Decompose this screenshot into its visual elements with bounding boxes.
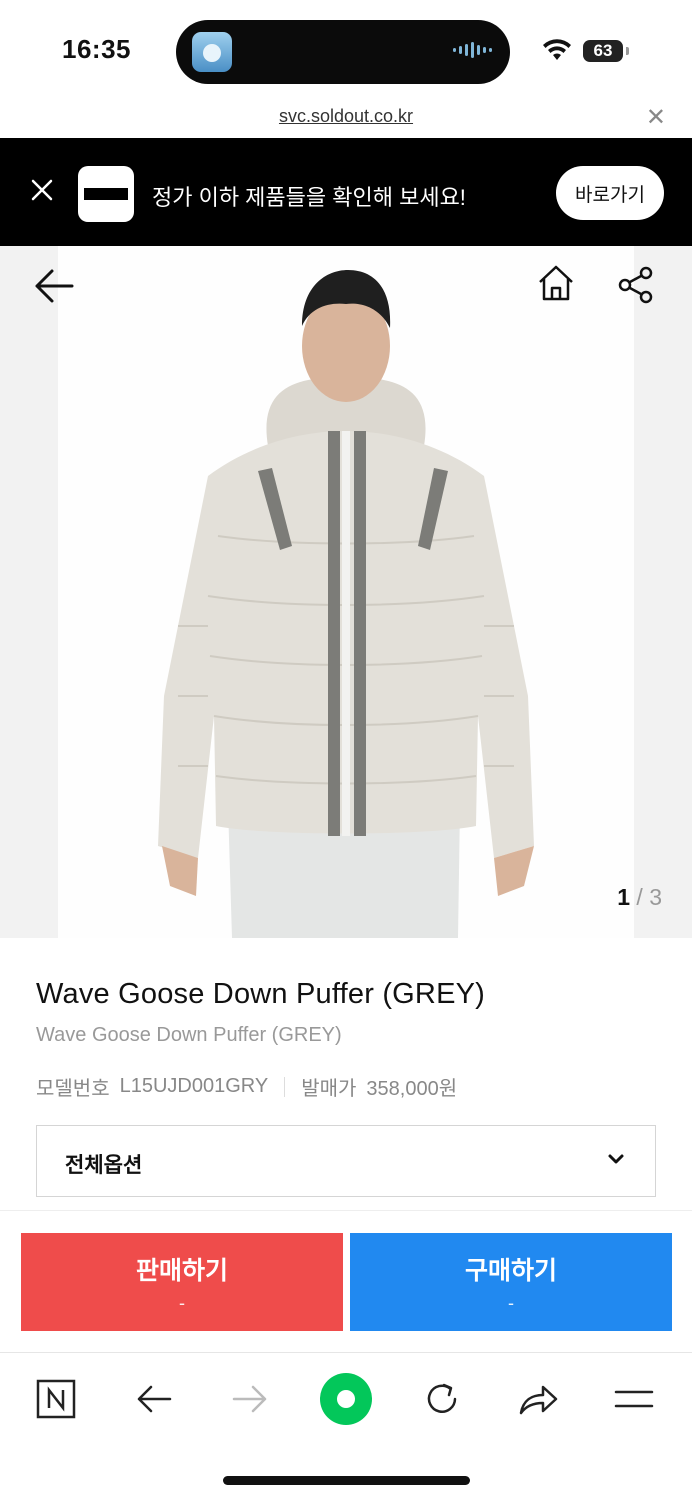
product-meta: 모델번호 L15UJD001GRY 발매가 358,000원	[36, 1072, 457, 1101]
share-icon[interactable]	[512, 1373, 564, 1425]
sell-button[interactable]: 판매하기 -	[21, 1233, 343, 1331]
release-price-label: 발매가	[301, 1078, 357, 1100]
buy-button-price: -	[508, 1293, 514, 1313]
dynamic-island	[176, 20, 510, 84]
refresh-icon[interactable]	[416, 1373, 468, 1425]
product-subtitle: Wave Goose Down Puffer (GREY)	[36, 1024, 342, 1046]
divider	[284, 1076, 286, 1097]
model-number-label: 모델번호	[36, 1078, 110, 1100]
image-counter-separator: /	[636, 884, 643, 910]
forward-arrow-icon[interactable]	[224, 1373, 276, 1425]
option-select-label: 전체옵션	[65, 1154, 143, 1177]
promo-banner: 정가 이하 제품들을 확인해 보세요! 바로가기	[0, 138, 692, 246]
status-time: 16:35	[62, 34, 131, 64]
buy-button[interactable]: 구매하기 -	[350, 1233, 672, 1331]
home-icon[interactable]	[536, 264, 576, 302]
close-icon[interactable]: ✕	[646, 106, 666, 130]
model-number-value: L15UJD001GRY	[119, 1075, 269, 1097]
chevron-down-icon	[608, 1154, 624, 1164]
url-bar[interactable]: svc.soldout.co.kr ✕	[0, 100, 692, 138]
menu-icon[interactable]	[608, 1373, 660, 1425]
promo-go-button[interactable]: 바로가기	[556, 166, 664, 220]
option-select[interactable]: 전체옵션	[36, 1125, 656, 1197]
wifi-icon	[543, 39, 571, 60]
home-indicator[interactable]	[223, 1476, 470, 1485]
naver-n-icon[interactable]	[30, 1373, 82, 1425]
action-bar: 판매하기 - 구매하기 -	[0, 1210, 692, 1352]
image-counter-total: 3	[649, 884, 662, 910]
product-image[interactable]	[58, 246, 634, 938]
release-price-value: 358,000원	[366, 1078, 458, 1100]
puffer-jacket-image	[158, 270, 534, 938]
sell-button-label: 판매하기	[135, 1257, 228, 1285]
status-bar: 16:35 63	[0, 0, 692, 100]
product-gallery[interactable]: 1 / 3	[0, 246, 692, 938]
audio-wave-icon	[453, 42, 492, 58]
promo-text: 정가 이하 제품들을 확인해 보세요!	[152, 185, 466, 210]
back-arrow-icon[interactable]	[128, 1373, 180, 1425]
battery-indicator: 63	[583, 40, 629, 62]
product-title: Wave Goose Down Puffer (GREY)	[36, 978, 486, 1010]
share-icon[interactable]	[618, 266, 654, 304]
naver-green-icon[interactable]	[318, 1371, 374, 1427]
image-counter: 1 / 3	[617, 884, 662, 911]
app-activity-icon	[192, 32, 232, 72]
url-text[interactable]: svc.soldout.co.kr	[0, 106, 692, 127]
soldout-logo	[78, 166, 134, 222]
close-icon[interactable]	[30, 178, 54, 202]
buy-button-label: 구매하기	[464, 1257, 557, 1285]
sell-button-price: -	[179, 1293, 185, 1313]
image-counter-current: 1	[617, 884, 631, 910]
back-arrow-icon[interactable]	[34, 268, 74, 304]
